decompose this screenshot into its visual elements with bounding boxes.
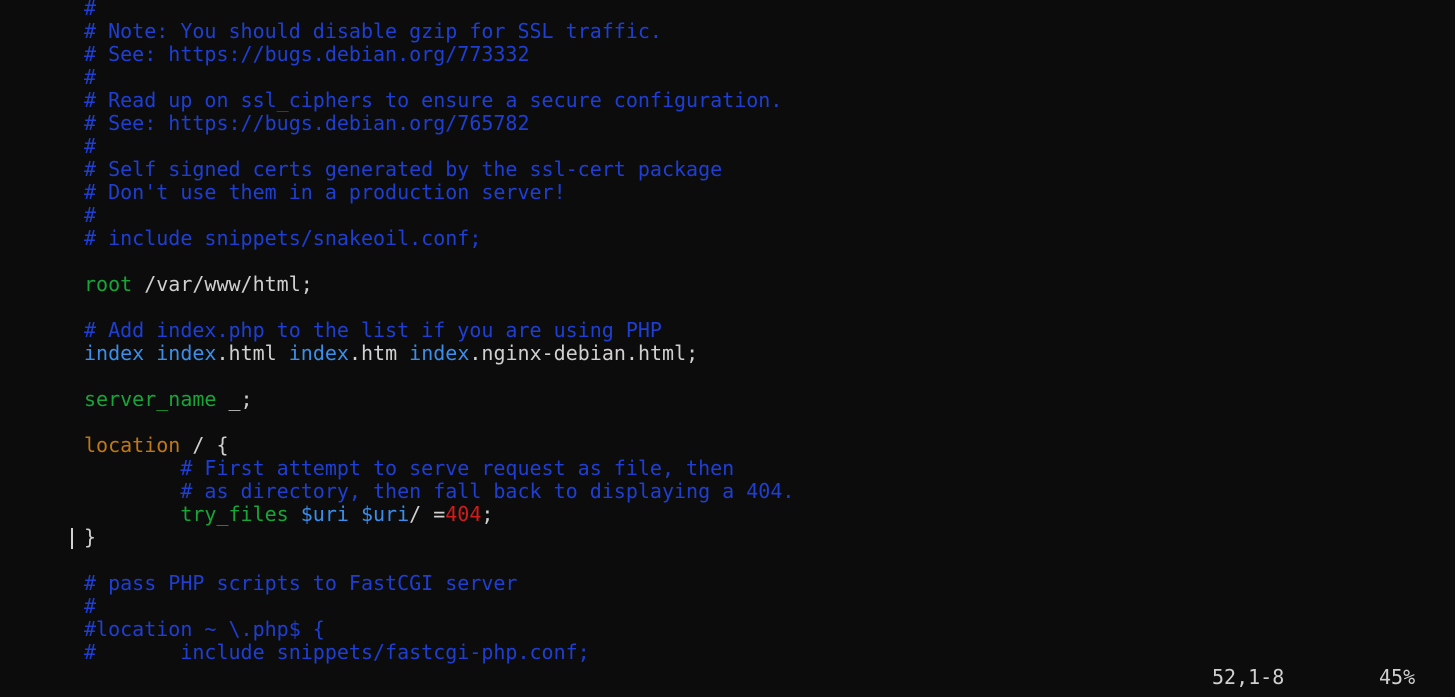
- code-token: index: [409, 341, 470, 365]
- text-cursor: [71, 528, 73, 549]
- code-token: #location ~ \.php$ {: [84, 617, 325, 641]
- code-line[interactable]: # See: https://bugs.debian.org/773332: [84, 43, 794, 66]
- code-line[interactable]: [84, 250, 794, 273]
- code-line[interactable]: #location ~ \.php$ {: [84, 618, 794, 641]
- code-line[interactable]: server_name _;: [84, 388, 794, 411]
- code-token: ;: [481, 502, 494, 526]
- code-line[interactable]: # First attempt to serve request as file…: [84, 457, 794, 480]
- code-token: # Note: You should disable gzip for SSL …: [84, 19, 662, 43]
- code-line[interactable]: # as directory, then fall back to displa…: [84, 480, 794, 503]
- code-token: root: [84, 272, 133, 296]
- code-token: index: [288, 341, 349, 365]
- code-token: index: [84, 341, 145, 365]
- code-token: #: [84, 134, 97, 158]
- code-line[interactable]: root /var/www/html;: [84, 273, 794, 296]
- code-token: # Add index.php to the list if you are u…: [84, 318, 662, 342]
- code-token: }: [84, 525, 97, 549]
- code-token: .nginx-debian.html;: [469, 341, 699, 365]
- editor-buffer[interactable]: # # Note: You should disable gzip for SSL…: [84, 0, 794, 664]
- code-line[interactable]: # Don't use them in a production server!: [84, 181, 794, 204]
- code-line[interactable]: # include snippets/snakeoil.conf;: [84, 227, 794, 250]
- code-line[interactable]: # include snippets/fastcgi-php.conf;: [84, 641, 794, 664]
- code-token: # Read up on ssl_ciphers to ensure a sec…: [84, 88, 783, 112]
- code-line[interactable]: # Self signed certs generated by the ssl…: [84, 158, 794, 181]
- code-line[interactable]: # See: https://bugs.debian.org/765782: [84, 112, 794, 135]
- code-token: # pass PHP scripts to FastCGI server: [84, 571, 518, 595]
- code-token: /var/www/html;: [132, 272, 313, 296]
- code-token: try_files: [180, 502, 289, 526]
- code-line[interactable]: #: [84, 595, 794, 618]
- code-token: _;: [216, 387, 253, 411]
- code-token: # See: https://bugs.debian.org/765782: [84, 111, 530, 135]
- code-token: # Self signed certs generated by the ssl…: [84, 157, 723, 181]
- code-token: / {: [180, 433, 229, 457]
- code-token: # include snippets/snakeoil.conf;: [84, 226, 482, 250]
- code-line[interactable]: # Read up on ssl_ciphers to ensure a sec…: [84, 89, 794, 112]
- code-line[interactable]: # Note: You should disable gzip for SSL …: [84, 20, 794, 43]
- code-token: / =: [409, 502, 446, 526]
- code-token: location: [84, 433, 181, 457]
- code-line[interactable]: # pass PHP scripts to FastCGI server: [84, 572, 794, 595]
- code-line[interactable]: [84, 365, 794, 388]
- code-token: #: [84, 0, 97, 20]
- code-line[interactable]: [84, 411, 794, 434]
- code-token: #: [84, 65, 97, 89]
- code-line[interactable]: # Add index.php to the list if you are u…: [84, 319, 794, 342]
- cursor-position: 52,1-8: [1212, 665, 1285, 689]
- code-token: 404: [445, 502, 482, 526]
- code-line[interactable]: index index.html index.htm index.nginx-d…: [84, 342, 794, 365]
- code-line[interactable]: [84, 549, 794, 572]
- code-line[interactable]: [84, 296, 794, 319]
- code-line[interactable]: #: [84, 0, 794, 20]
- code-token: #: [84, 203, 97, 227]
- code-token: # as directory, then fall back to displa…: [84, 479, 795, 503]
- code-token: $uri: [360, 502, 410, 526]
- code-line[interactable]: location / {: [84, 434, 794, 457]
- code-token: # First attempt to serve request as file…: [84, 456, 735, 480]
- code-line[interactable]: #: [84, 204, 794, 227]
- scroll-percentage: 45%: [1379, 665, 1416, 689]
- code-line[interactable]: }: [84, 526, 794, 549]
- code-token: index: [156, 341, 217, 365]
- code-line[interactable]: #: [84, 66, 794, 89]
- code-token: .htm: [348, 341, 410, 365]
- code-token: # Don't use them in a production server!: [84, 180, 566, 204]
- code-token: # See: https://bugs.debian.org/773332: [84, 42, 530, 66]
- code-token: .html: [216, 341, 289, 365]
- terminal-window[interactable]: # # Note: You should disable gzip for SSL…: [0, 0, 1455, 697]
- code-line[interactable]: try_files $uri $uri/ =404;: [84, 503, 794, 526]
- code-line[interactable]: #: [84, 135, 794, 158]
- code-token: server_name: [84, 387, 217, 411]
- code-token: #: [84, 594, 97, 618]
- code-token: # include snippets/fastcgi-php.conf;: [84, 640, 590, 664]
- code-token: $uri: [300, 502, 349, 526]
